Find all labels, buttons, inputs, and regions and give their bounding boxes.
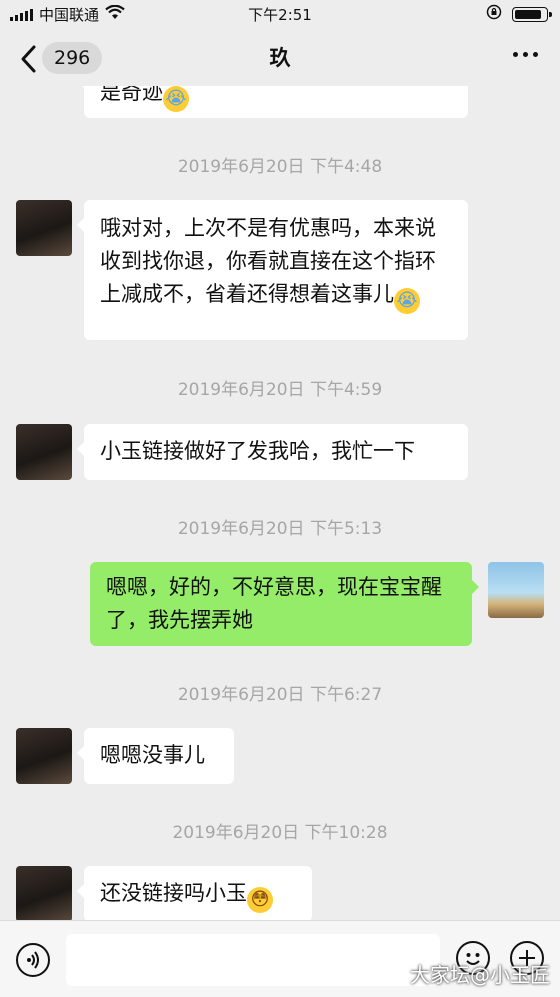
status-bar: 中国联通 下午2:51: [0, 0, 560, 28]
message-bubble[interactable]: 嗯嗯没事儿: [77, 728, 234, 784]
status-time: 下午2:51: [248, 6, 312, 24]
timestamp: 2019年6月20日 下午4:59: [177, 380, 383, 400]
watermark: 大家坛@小玉匠: [410, 963, 550, 987]
flushed-emoji-icon: 😳: [247, 887, 273, 913]
message-text: 嗯嗯，好的，不好意思，现在宝宝醒了，我先摆弄她: [106, 575, 442, 632]
contact-avatar[interactable]: [16, 728, 72, 784]
timestamp: 2019年6月20日 下午6:27: [177, 685, 383, 705]
chat-title: 玖: [269, 46, 291, 70]
battery-icon: [512, 6, 552, 22]
timestamp: 2019年6月20日 下午4:48: [177, 157, 383, 177]
message-text: 哦对对，上次不是有优惠吗，本来说收到找你退，你看就直接在这个指环上减成不，省着还…: [100, 216, 436, 306]
input-bar: 大家坛@小玉匠: [0, 920, 560, 997]
voice-icon[interactable]: [16, 943, 50, 977]
message-text: 还没链接吗小玉: [100, 881, 247, 905]
message-text: 小玉链接做好了发我哈，我忙一下: [100, 439, 415, 463]
timestamp: 2019年6月20日 下午10:28: [172, 823, 388, 843]
message-bubble[interactable]: 小玉链接做好了发我哈，我忙一下: [77, 424, 468, 480]
my-avatar[interactable]: [488, 562, 544, 618]
more-icon[interactable]: [513, 52, 538, 57]
timestamp: 2019年6月20日 下午5:13: [177, 519, 383, 539]
message-bubble[interactable]: 是奇迹 😭: [77, 86, 468, 118]
status-right: [486, 4, 552, 24]
contact-avatar[interactable]: [16, 424, 72, 480]
message-text: 是奇迹: [100, 86, 163, 104]
message-input[interactable]: [66, 934, 440, 986]
crying-emoji-icon: 😭: [394, 288, 420, 314]
contact-avatar[interactable]: [16, 866, 72, 920]
chat-area[interactable]: 是奇迹 😭 2019年6月20日 下午4:48 哦对对，上次不是有优惠吗，本来说收…: [0, 86, 560, 920]
contact-avatar[interactable]: [16, 200, 72, 256]
message-bubble-sent[interactable]: 嗯嗯，好的，不好意思，现在宝宝醒了，我先摆弄她: [90, 562, 479, 646]
orientation-lock-icon: [486, 4, 502, 24]
message-text: 嗯嗯没事儿: [100, 743, 205, 767]
message-bubble[interactable]: 还没链接吗小玉 😳: [77, 866, 312, 920]
nav-bar: 296 玖: [0, 28, 560, 86]
message-bubble[interactable]: 哦对对，上次不是有优惠吗，本来说收到找你退，你看就直接在这个指环上减成不，省着还…: [77, 200, 468, 340]
crying-emoji-icon: 😭: [163, 86, 189, 112]
